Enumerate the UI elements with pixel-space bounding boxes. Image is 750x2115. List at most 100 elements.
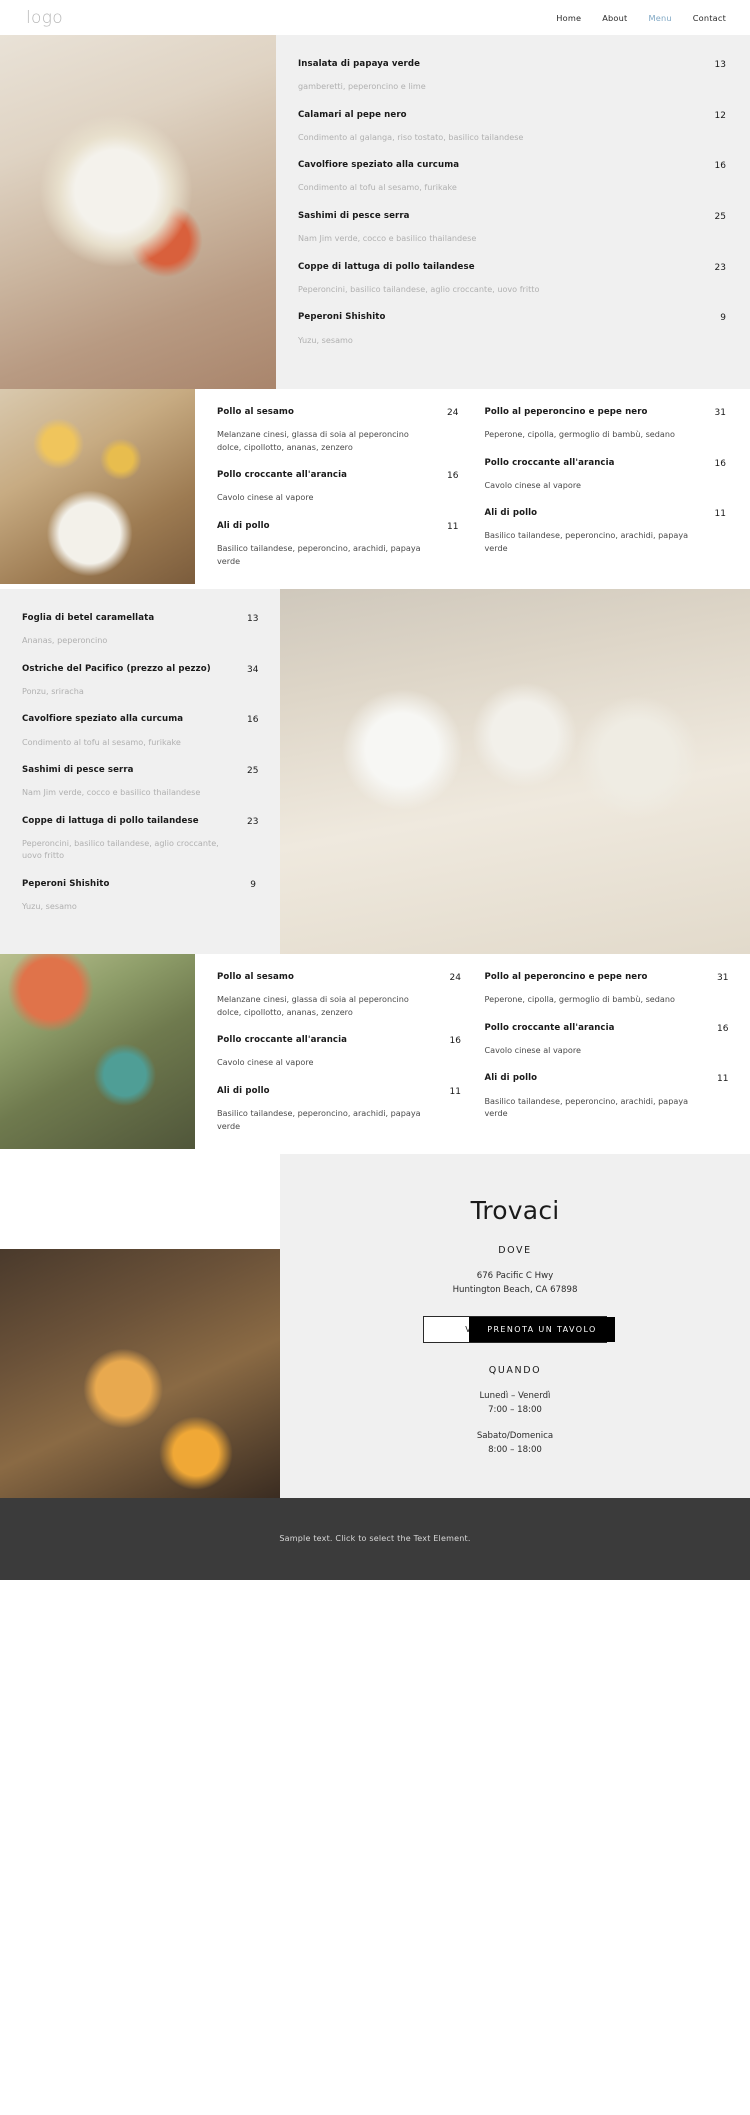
menu-column-right: Pollo al peperoncino e pepe nero 31 Pepe… [459, 972, 729, 1132]
menu-item[interactable]: Pollo croccante all'arancia 16 Cavolo ci… [217, 1035, 461, 1069]
menu-item[interactable]: Pollo al peperoncino e pepe nero 31 Pepe… [485, 407, 727, 441]
menu-item[interactable]: Calamari al pepe nero 12 Condimento al g… [298, 110, 726, 144]
menu-section-3: Foglia di betel caramellata 13 Ananas, p… [0, 589, 750, 955]
contact-title: Trovaci [470, 1196, 560, 1226]
menu-item[interactable]: Pollo croccante all'arancia 16 Cavolo ci… [484, 1022, 729, 1057]
menu-item-name: Coppe di lattuga di pollo tailandese [22, 815, 199, 826]
menu-item[interactable]: Coppe di lattuga di pollo tailandese 23 … [298, 262, 726, 296]
menu-item-name: Cavolfiore speziato alla curcuma [298, 160, 460, 171]
menu-item-desc: Condimento al tofu al sesamo, furikake [298, 182, 457, 193]
menu-item-desc: Cavolo cinese al vapore [217, 1057, 314, 1068]
menu-item-name: Cavolfiore speziato alla curcuma [22, 714, 184, 725]
menu-item-head: Ali di pollo 11 [217, 1085, 461, 1098]
menu-item-desc: Yuzu, sesamo [298, 334, 353, 345]
main-navigation: Home About Menu Contact [556, 13, 726, 23]
site-header: logo Home About Menu Contact [0, 0, 750, 35]
menu-item-head: Calamari al pepe nero 12 [298, 110, 726, 122]
menu-item-price: 31 [714, 408, 726, 418]
menu-item-head: Pollo al sesamo 24 [217, 407, 459, 419]
nav-item-about[interactable]: About [602, 13, 627, 23]
menu-section-1: Insalata di papaya verde 13 gamberetti, … [0, 35, 750, 389]
menu-item-name: Pollo al sesamo [217, 407, 294, 417]
menu-item-desc: Basilico tailandese, peperoncino, arachi… [217, 543, 421, 566]
menu-item[interactable]: Insalata di papaya verde 13 gamberetti, … [298, 59, 726, 93]
menu-item-name: Pollo al peperoncino e pepe nero [484, 407, 648, 417]
menu-item-desc: Cavolo cinese al vapore [217, 492, 314, 503]
menu-item[interactable]: Pollo croccante all'arancia 16 Cavolo ci… [485, 458, 727, 492]
contact-buttons: VISUALIZZA MAPPA PRENOTA UN TAVOLO [310, 1315, 720, 1343]
menu-item-price: 16 [447, 471, 459, 482]
menu-item[interactable]: Cavolfiore speziato alla curcuma 16 Cond… [22, 714, 258, 748]
menu-item-price: 23 [247, 816, 259, 827]
menu-item-name: Pollo al peperoncino e pepe nero [484, 972, 648, 983]
menu-item-name: Ali di pollo [217, 1085, 270, 1096]
menu-item-price: 25 [714, 212, 726, 223]
menu-item-head: Pollo al peperoncino e pepe nero 31 [485, 407, 727, 419]
menu-item-name: Pollo croccante all'arancia [217, 470, 348, 481]
menu-item-price: 13 [714, 60, 726, 70]
server-with-food-photo [0, 1248, 280, 1498]
site-footer: Sample text. Click to select the Text El… [0, 1497, 750, 1580]
menu-item[interactable]: Ali di pollo 11 Basilico tailandese, pep… [484, 1073, 729, 1119]
patio-seating-photo [0, 954, 195, 1150]
menu-item-price: 24 [449, 973, 461, 984]
menu-item-price: 12 [714, 110, 726, 121]
menu-item[interactable]: Sashimi di pesce serra 25 Nam Jim verde,… [298, 211, 726, 245]
menu-item-name: Calamari al pepe nero [298, 109, 407, 120]
menu-item-desc: Cavolo cinese al vapore [484, 479, 581, 490]
menu-item-name: Pollo croccante all'arancia [484, 1022, 615, 1033]
nav-item-home[interactable]: Home [556, 13, 581, 23]
site-logo[interactable]: logo [26, 8, 63, 28]
menu-item-name: Ali di pollo [217, 520, 270, 531]
menu-item-name: Pollo al sesamo [217, 972, 294, 983]
beer-table-photo [0, 389, 195, 584]
two-column-menu: Pollo al sesamo 24 Melanzane cinesi, gla… [217, 407, 726, 567]
menu-item-desc: Basilico tailandese, peperoncino, arachi… [484, 530, 689, 554]
menu-item-head: Insalata di papaya verde 13 [298, 59, 726, 71]
menu-item-head: Pollo croccante all'arancia 16 [485, 458, 727, 470]
menu-item-head: Pollo croccante all'arancia 16 [217, 470, 459, 482]
menu-item-head: Ali di pollo 11 [217, 521, 459, 533]
weekend-time: 8:00 – 18:00 [488, 1445, 542, 1456]
menu-item[interactable]: Pollo al peperoncino e pepe nero 31 Pepe… [484, 972, 729, 1006]
menu-item-price: 23 [714, 262, 726, 273]
two-column-menu: Pollo al sesamo 24 Melanzane cinesi, gla… [217, 972, 729, 1132]
menu-item[interactable]: Coppe di lattuga di pollo tailandese 23 … [22, 815, 259, 862]
menu-item[interactable]: Ali di pollo 11 Basilico tailandese, pep… [217, 1085, 461, 1132]
menu-item-desc: Nam Jim verde, cocco e basilico thailand… [22, 787, 201, 798]
menu-item[interactable]: Pollo al sesamo 24 Melanzane cinesi, gla… [217, 407, 459, 453]
menu-item-head: Sashimi di pesce serra 25 [298, 211, 726, 223]
menu-item-price: 16 [714, 458, 726, 469]
menu-item[interactable]: Sashimi di pesce serra 25 Nam Jim verde,… [22, 765, 258, 799]
menu-item-price: 11 [714, 509, 726, 520]
menu-item-name: Peperoni Shishito [22, 878, 110, 889]
menu-item[interactable]: Pollo al sesamo 24 Melanzane cinesi, gla… [217, 972, 461, 1018]
menu-item[interactable]: Peperoni Shishito 9 Yuzu, sesamo [22, 879, 256, 913]
when-label: QUANDO [488, 1364, 542, 1376]
menu-item-name: Pollo croccante all'arancia [217, 1035, 348, 1046]
menu-item-price: 31 [717, 973, 729, 984]
nav-item-contact[interactable]: Contact [693, 13, 726, 23]
contact-details: Trovaci DOVE 676 Pacific C Hwy Huntingto… [280, 1154, 750, 1498]
menu-item-price: 9 [250, 879, 256, 890]
weekend-days: Sabato/Domenica [476, 1430, 554, 1441]
menu-item[interactable]: Ali di pollo 11 Basilico tailandese, pep… [217, 521, 459, 567]
menu-item-desc: Basilico tailandese, peperoncino, arachi… [484, 1095, 689, 1119]
menu-item[interactable]: Ali di pollo 11 Basilico tailandese, pep… [485, 508, 727, 554]
menu-item-name: Ali di pollo [484, 508, 538, 519]
menu-item-desc: Peperoncini, basilico tailandese, aglio … [298, 283, 540, 294]
menu-item[interactable]: Foglia di betel caramellata 13 Ananas, p… [22, 613, 258, 647]
menu-list-3: Foglia di betel caramellata 13 Ananas, p… [0, 589, 280, 955]
book-table-button[interactable]: PRENOTA UN TAVOLO [469, 1316, 615, 1342]
weekday-time: 7:00 – 18:00 [488, 1405, 542, 1416]
footer-sample-text[interactable]: Sample text. Click to select the Text El… [279, 1534, 470, 1543]
nav-item-menu[interactable]: Menu [648, 13, 671, 23]
menu-item-name: Sashimi di pesce serra [298, 211, 410, 222]
menu-item-head: Peperoni Shishito 9 [298, 312, 726, 324]
menu-item[interactable]: Cavolfiore speziato alla curcuma 16 Cond… [298, 160, 726, 194]
menu-item[interactable]: Peperoni Shishito 9 Yuzu, sesamo [298, 312, 726, 346]
menu-item[interactable]: Pollo croccante all'arancia 16 Cavolo ci… [217, 470, 459, 504]
weekday-days: Lunedì – Venerdì [479, 1390, 551, 1401]
address: 676 Pacific C Hwy Huntington Beach, CA 6… [310, 1269, 720, 1297]
menu-item[interactable]: Ostriche del Pacifico (prezzo al pezzo) … [22, 664, 258, 698]
